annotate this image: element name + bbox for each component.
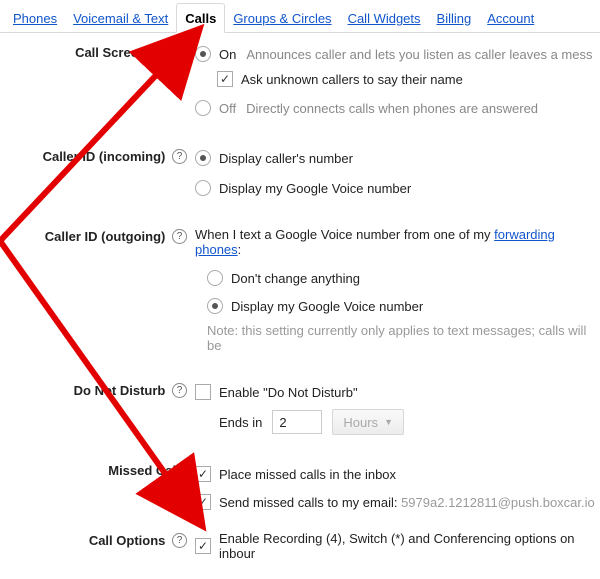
call-options-text: Enable Recording (4), Switch (*) and Con… <box>219 531 600 561</box>
dnd-hours-input[interactable]: 2 <box>272 410 322 434</box>
dnd-enable-checkbox[interactable] <box>195 384 211 400</box>
help-icon[interactable]: ? <box>172 383 187 398</box>
cid-out-gv-label: Display my Google Voice number <box>231 299 423 314</box>
cid-in-gv-label: Display my Google Voice number <box>219 181 411 196</box>
dnd-ends-in-label: Ends in <box>219 415 262 430</box>
missed-email-label: Send missed calls to my email: <box>219 495 401 510</box>
cid-out-prefix: When I text a Google Voice number from o… <box>195 227 494 242</box>
cid-in-label: Caller ID (incoming) <box>43 149 166 164</box>
dnd-enable-label: Enable "Do Not Disturb" <box>219 385 358 400</box>
tab-phones[interactable]: Phones <box>5 4 65 32</box>
ask-unknown-checkbox[interactable] <box>217 71 233 87</box>
cid-out-keep-label: Don't change anything <box>231 271 360 286</box>
screening-off-label: Off <box>219 101 236 116</box>
cid-in-gv-radio[interactable] <box>195 180 211 196</box>
call-options-checkbox[interactable] <box>195 538 211 554</box>
cid-out-suffix: : <box>238 242 242 257</box>
tab-widgets[interactable]: Call Widgets <box>340 4 429 32</box>
screening-on-radio[interactable] <box>195 46 211 62</box>
missed-email-address: 5979a2.1212811@push.boxcar.io <box>401 495 595 510</box>
missed-inbox-label: Place missed calls in the inbox <box>219 467 396 482</box>
cid-out-note: Note: this setting currently only applie… <box>207 323 600 353</box>
cid-in-caller-label: Display caller's number <box>219 151 353 166</box>
help-icon[interactable]: ? <box>172 149 187 164</box>
call-screening-label: Call Screening <box>75 45 165 60</box>
help-icon[interactable]: ? <box>172 229 187 244</box>
tab-billing[interactable]: Billing <box>429 4 480 32</box>
dnd-unit-dropdown[interactable]: Hours ▼ <box>332 409 404 435</box>
tab-calls[interactable]: Calls <box>176 3 225 33</box>
screening-on-label: On <box>219 47 236 62</box>
missed-inbox-checkbox[interactable] <box>195 466 211 482</box>
call-options-label: Call Options <box>89 533 166 548</box>
help-icon[interactable]: ? <box>172 45 187 60</box>
chevron-down-icon: ▼ <box>384 417 393 427</box>
cid-out-label: Caller ID (outgoing) <box>45 229 166 244</box>
dnd-unit-label: Hours <box>343 415 378 430</box>
tab-groups[interactable]: Groups & Circles <box>225 4 339 32</box>
screening-off-desc: Directly connects calls when phones are … <box>246 101 538 116</box>
help-icon[interactable]: ? <box>172 533 187 548</box>
tab-bar: Phones Voicemail & Text Calls Groups & C… <box>0 0 600 33</box>
cid-out-keep-radio[interactable] <box>207 270 223 286</box>
missed-email-checkbox[interactable] <box>195 494 211 510</box>
cid-in-caller-radio[interactable] <box>195 150 211 166</box>
screening-off-radio[interactable] <box>195 100 211 116</box>
cid-out-gv-radio[interactable] <box>207 298 223 314</box>
dnd-label: Do Not Disturb <box>74 383 166 398</box>
ask-unknown-label: Ask unknown callers to say their name <box>241 72 463 87</box>
tab-account[interactable]: Account <box>479 4 542 32</box>
screening-on-desc: Announces caller and lets you listen as … <box>246 47 592 62</box>
tab-voicemail[interactable]: Voicemail & Text <box>65 4 176 32</box>
missed-calls-label: Missed Calls <box>108 463 187 478</box>
